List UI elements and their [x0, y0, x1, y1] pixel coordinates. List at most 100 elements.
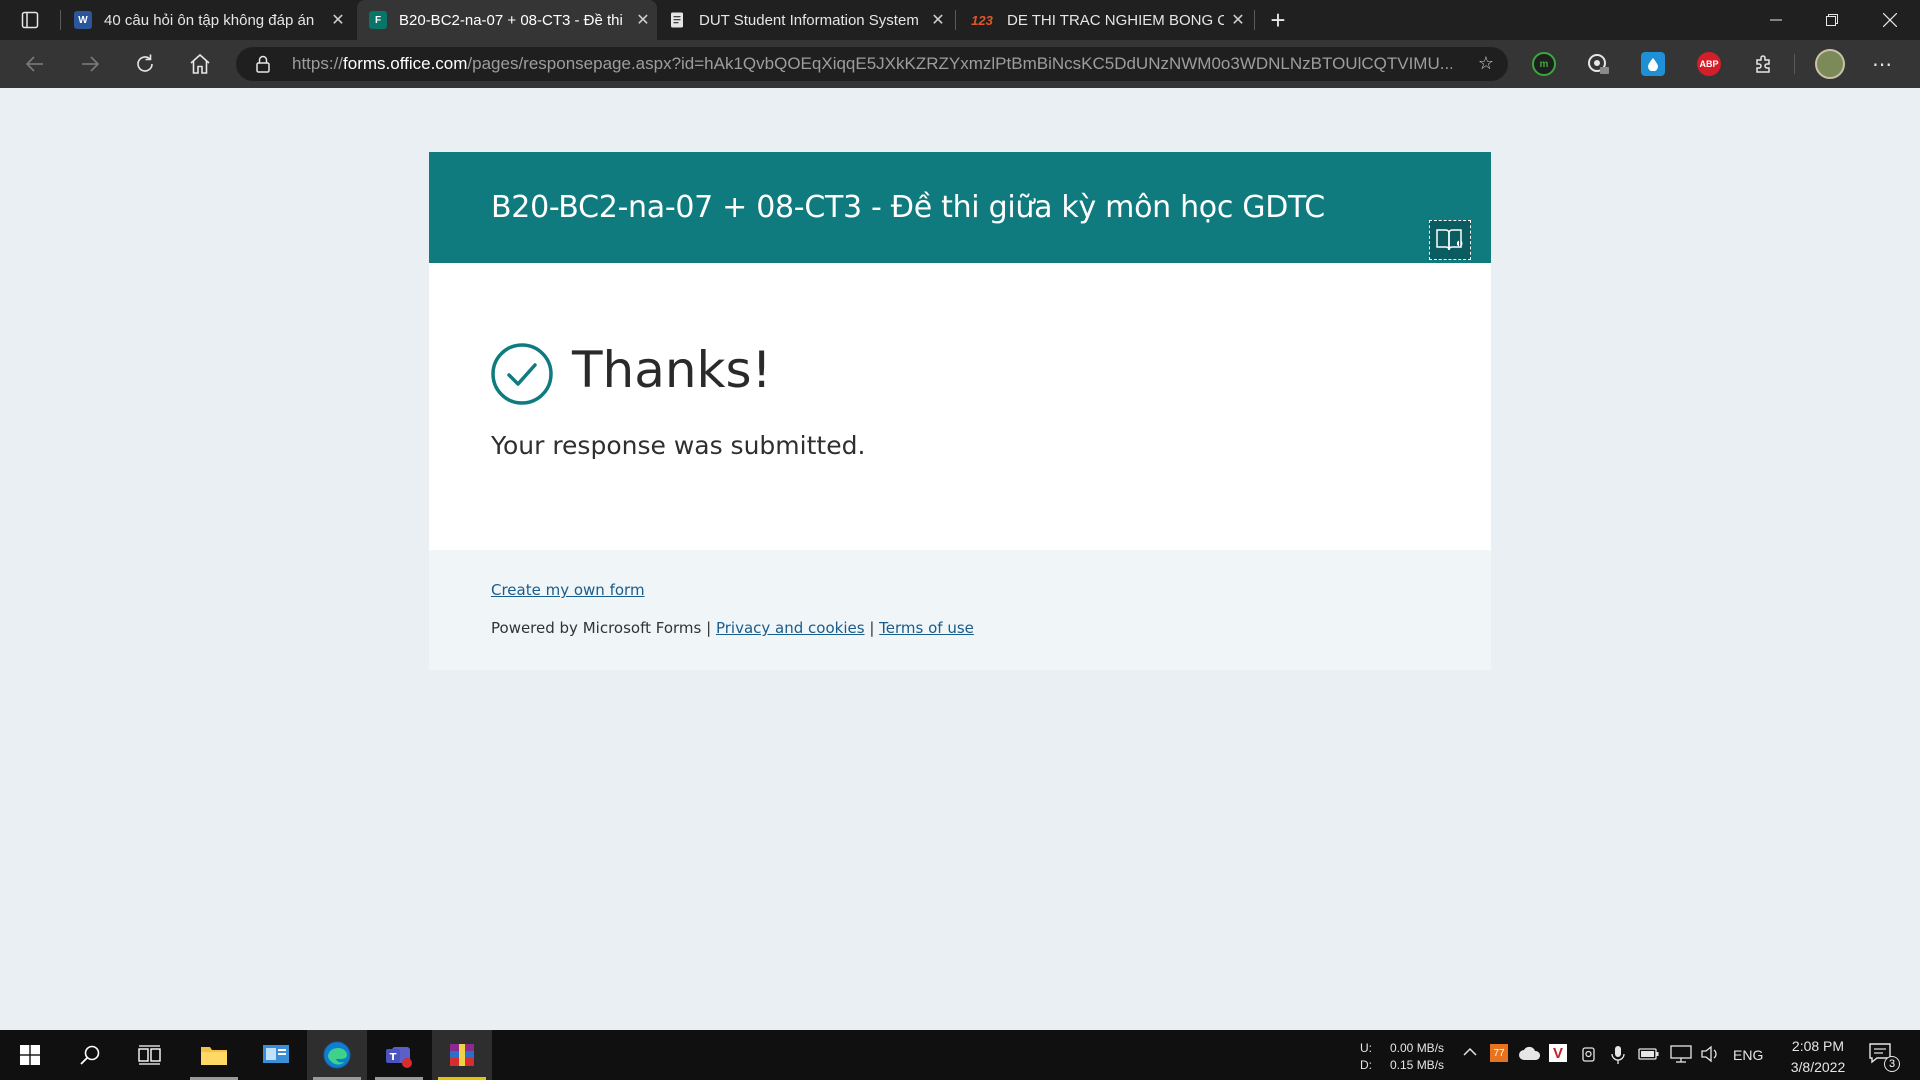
- taskbar-file-explorer[interactable]: [184, 1030, 244, 1080]
- checkmark-circle-icon: [491, 343, 553, 405]
- teams-icon: T: [386, 1047, 412, 1068]
- tab-close-button[interactable]: ✕: [1224, 10, 1252, 30]
- tracker-extension-icon[interactable]: [1586, 52, 1610, 76]
- powered-by-line: Powered by Microsoft Forms | Privacy and…: [491, 619, 974, 637]
- address-bar[interactable]: https://forms.office.com/pages/responsep…: [236, 47, 1508, 81]
- minimize-icon: [1770, 19, 1782, 21]
- tab-close-button[interactable]: ✕: [924, 10, 952, 30]
- privacy-and-cookies-link[interactable]: Privacy and cookies: [716, 619, 865, 637]
- battery-icon[interactable]: [1638, 1047, 1660, 1066]
- search-icon: [80, 1045, 100, 1065]
- thanks-heading: Thanks!: [572, 341, 772, 399]
- more-options-icon[interactable]: ⋯: [1870, 52, 1894, 76]
- close-window-button[interactable]: [1862, 0, 1918, 40]
- back-arrow-icon: [25, 56, 43, 72]
- url-scheme: https://: [292, 54, 344, 73]
- upload-label: U:: [1360, 1041, 1372, 1055]
- tab-123doc[interactable]: 123 DE THI TRAC NGHIEM BONG CH ✕: [957, 0, 1252, 40]
- submitted-message: Your response was submitted.: [491, 431, 866, 460]
- tab-word-doc[interactable]: W 40 câu hỏi ôn tập không đáp án ✕: [62, 0, 352, 40]
- tab-dut-sis[interactable]: DUT Student Information System ✕: [657, 0, 952, 40]
- grammar-extension-icon[interactable]: m: [1532, 52, 1556, 76]
- tab-separator: [955, 10, 956, 30]
- clock-date: 3/8/2022: [1790, 1059, 1846, 1075]
- meet-now-icon[interactable]: [1580, 1045, 1598, 1068]
- tab-separator: [60, 10, 61, 30]
- forms-icon: F: [369, 11, 387, 29]
- terms-of-use-link[interactable]: Terms of use: [879, 619, 974, 637]
- tab-close-button[interactable]: ✕: [324, 10, 352, 30]
- onedrive-icon[interactable]: [1518, 1045, 1542, 1066]
- close-icon: [1883, 13, 1897, 27]
- windows-logo-icon: [20, 1045, 40, 1065]
- taskbar-winrar[interactable]: [432, 1030, 492, 1080]
- tab-title: DE THI TRAC NGHIEM BONG CH: [1007, 11, 1224, 29]
- task-view-button[interactable]: [120, 1030, 180, 1080]
- home-button[interactable]: [182, 48, 218, 80]
- home-icon: [190, 53, 210, 74]
- download-speed: 0.15 MB/s: [1390, 1058, 1445, 1072]
- network-speed-widget: U: 0.00 MB/s D: 0.15 MB/s: [1360, 1040, 1444, 1074]
- 123doc-icon: 123: [971, 12, 993, 28]
- control-panel-icon: [263, 1045, 289, 1063]
- forward-arrow-icon: [82, 56, 100, 72]
- word-icon: W: [74, 11, 92, 29]
- taskbar-control-panel[interactable]: [246, 1030, 306, 1080]
- task-view-icon: [138, 1045, 161, 1065]
- tab-title: B20-BC2-na-07 + 08-CT3 - Đề thi: [399, 11, 623, 29]
- show-hidden-icons-button[interactable]: [1462, 1044, 1478, 1065]
- system-clock[interactable]: 2:08 PM 3/8/2022: [1770, 1036, 1866, 1078]
- back-button[interactable]: [17, 48, 53, 80]
- restore-icon: [1826, 14, 1838, 26]
- tab-close-button[interactable]: ✕: [629, 10, 657, 30]
- immersive-reader-icon: [1436, 229, 1463, 251]
- tab-title: DUT Student Information System: [699, 11, 919, 29]
- windows-taskbar: T U: 0.00 MB/s D: 0.15 MB/s 77 V ENG 2:08 …: [0, 1030, 1920, 1080]
- tab-separator: [1254, 10, 1255, 30]
- microphone-icon[interactable]: [1610, 1045, 1626, 1070]
- lock-icon[interactable]: [254, 55, 272, 73]
- new-tab-button[interactable]: +: [1262, 4, 1294, 36]
- tab-strip: W 40 câu hỏi ôn tập không đáp án ✕ F B20…: [0, 0, 1920, 40]
- svg-text:T: T: [390, 1052, 397, 1063]
- forward-button[interactable]: [72, 48, 108, 80]
- clock-time: 2:08 PM: [1791, 1038, 1845, 1054]
- form-body: Thanks! Your response was submitted.: [429, 263, 1491, 550]
- search-button[interactable]: [60, 1030, 120, 1080]
- adblock-plus-icon[interactable]: ABP: [1697, 52, 1721, 76]
- url-path: /pages/responsepage.aspx?id=hAk1QvbQOEqX…: [467, 54, 1452, 73]
- action-center-button[interactable]: 3: [1868, 1042, 1900, 1072]
- minimize-button[interactable]: [1748, 0, 1804, 40]
- immersive-reader-button[interactable]: [1429, 220, 1471, 260]
- folder-icon: [201, 1047, 227, 1065]
- input-language[interactable]: ENG: [1733, 1047, 1763, 1063]
- tab-actions-icon: [21, 11, 39, 29]
- footer-separator: |: [706, 619, 712, 637]
- start-button[interactable]: [0, 1030, 60, 1080]
- volume-icon[interactable]: [1700, 1045, 1720, 1068]
- tab-forms-active[interactable]: F B20-BC2-na-07 + 08-CT3 - Đề thi ✕: [357, 0, 657, 40]
- network-icon[interactable]: [1670, 1045, 1692, 1068]
- notification-count-badge: 3: [1884, 1056, 1900, 1072]
- winrar-icon: [450, 1044, 474, 1066]
- toolbar-divider: [1794, 54, 1795, 74]
- vietkey-icon[interactable]: V: [1549, 1044, 1567, 1062]
- taskbar-edge[interactable]: [307, 1030, 367, 1080]
- chevron-up-icon: [1463, 1047, 1477, 1056]
- droplet-extension-icon[interactable]: [1641, 52, 1665, 76]
- refresh-button[interactable]: [127, 48, 163, 80]
- restore-button[interactable]: [1804, 0, 1860, 40]
- url-text[interactable]: https://forms.office.com/pages/responsep…: [292, 54, 1452, 74]
- extensions-puzzle-icon[interactable]: [1752, 52, 1776, 76]
- footer-separator: |: [869, 619, 875, 637]
- tab-actions-button[interactable]: [0, 0, 60, 40]
- profile-avatar[interactable]: [1815, 49, 1845, 79]
- document-icon: [669, 11, 687, 29]
- upload-speed: 0.00 MB/s: [1390, 1041, 1445, 1055]
- url-host: forms.office.com: [343, 54, 468, 73]
- create-my-own-form-link[interactable]: Create my own form: [491, 581, 645, 599]
- add-favorite-icon[interactable]: ☆: [1478, 53, 1494, 74]
- tray-app-badge-icon[interactable]: 77: [1490, 1044, 1508, 1062]
- taskbar-teams[interactable]: T: [369, 1030, 429, 1080]
- powered-by-text: Powered by Microsoft Forms: [491, 619, 702, 637]
